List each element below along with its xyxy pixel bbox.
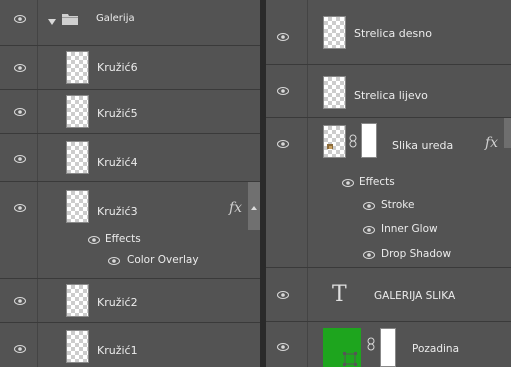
layer-name: Strelica desno	[354, 27, 432, 40]
effect-row-color-overlay[interactable]: Color Overlay	[0, 250, 260, 279]
visibility-column	[0, 250, 38, 278]
layer-mask-thumbnail	[361, 123, 377, 158]
eye-icon[interactable]	[363, 251, 375, 259]
effects-label: Effects	[359, 176, 395, 188]
eye-icon[interactable]	[14, 345, 26, 353]
layer-row[interactable]: Kružić6	[0, 46, 260, 90]
layer-thumbnail	[66, 330, 89, 363]
layer-name: Pozadina	[412, 343, 459, 355]
effect-row-stroke[interactable]: Stroke	[266, 194, 511, 218]
eye-icon[interactable]	[342, 179, 354, 187]
visibility-column	[0, 230, 38, 250]
visibility-column	[266, 65, 308, 117]
smart-object-thumbnail	[323, 125, 346, 158]
visibility-column	[0, 182, 38, 230]
layer-row[interactable]: Kružić2	[0, 279, 260, 323]
visibility-column	[0, 323, 38, 367]
layer-row-text[interactable]: T GALERIJA SLIKA	[266, 268, 511, 322]
layer-name: Kružić6	[97, 61, 138, 74]
layer-thumbnail	[66, 51, 89, 84]
layer-name: Kružić5	[97, 107, 138, 120]
layer-name: Kružić2	[97, 296, 138, 309]
layer-name: Kružić3	[97, 205, 138, 218]
effect-label: Color Overlay	[127, 254, 199, 266]
layer-name: Strelica lijevo	[354, 89, 428, 102]
eye-icon[interactable]	[277, 291, 289, 299]
effects-row[interactable]: Effects	[0, 230, 260, 250]
visibility-column	[266, 322, 308, 367]
layer-thumbnail	[66, 141, 89, 174]
layer-row[interactable]: Strelica desno	[266, 0, 511, 65]
fx-icon[interactable]: fx	[485, 135, 498, 151]
collapse-effects-button[interactable]	[248, 182, 260, 230]
eye-icon[interactable]	[14, 155, 26, 163]
layer-row[interactable]: Kružić3 fx	[0, 182, 260, 230]
layer-name: Kružić1	[97, 344, 138, 357]
visibility-column	[266, 118, 308, 172]
eye-icon[interactable]	[108, 257, 120, 265]
eye-icon[interactable]	[277, 343, 289, 351]
eye-icon[interactable]	[14, 108, 26, 116]
effect-label: Inner Glow	[381, 223, 438, 235]
eye-icon[interactable]	[14, 15, 26, 23]
layer-thumbnail	[66, 190, 89, 223]
visibility-column	[0, 90, 38, 133]
fx-icon[interactable]: fx	[229, 200, 242, 216]
eye-icon[interactable]	[88, 236, 100, 244]
visibility-column	[266, 242, 308, 267]
eye-icon[interactable]	[363, 202, 375, 210]
layer-thumbnail	[323, 76, 346, 109]
visibility-column	[266, 194, 308, 218]
effects-row[interactable]: Effects	[266, 172, 511, 194]
folder-icon	[62, 13, 78, 25]
effect-label: Stroke	[381, 199, 415, 211]
visibility-column	[0, 0, 38, 45]
layer-name: GALERIJA SLIKA	[374, 290, 456, 302]
eye-icon[interactable]	[277, 140, 289, 148]
layer-thumbnail	[66, 284, 89, 317]
eye-icon[interactable]	[277, 87, 289, 95]
effect-label: Drop Shadow	[381, 248, 452, 260]
effect-row-drop-shadow[interactable]: Drop Shadow	[266, 242, 511, 268]
layer-name: Kružić4	[97, 156, 138, 169]
effect-row-inner-glow[interactable]: Inner Glow	[266, 218, 511, 242]
layer-row[interactable]: Strelica lijevo	[266, 65, 511, 118]
layers-panel-right: Strelica desno Strelica lijevo Slika ure…	[266, 0, 511, 367]
layer-group-galerija[interactable]: Galerija	[0, 0, 260, 46]
layer-row[interactable]: Pozadina	[266, 322, 511, 367]
visibility-column	[0, 279, 38, 322]
layer-row[interactable]: Kružić5	[0, 90, 260, 134]
fill-color-thumbnail	[323, 328, 361, 367]
type-layer-icon: T	[332, 282, 347, 307]
scrollbar-thumb[interactable]	[504, 118, 511, 148]
eye-icon[interactable]	[277, 33, 289, 41]
layers-panel-left: Galerija Kružić6 Kružić5 Kružić4 Kružić3…	[0, 0, 260, 367]
disclosure-triangle-icon[interactable]	[48, 16, 56, 25]
layer-row[interactable]: Kružić1	[0, 323, 260, 367]
layer-thumbnail	[323, 16, 346, 49]
eye-icon[interactable]	[14, 297, 26, 305]
visibility-column	[266, 172, 308, 194]
visibility-column	[0, 134, 38, 181]
eye-icon[interactable]	[363, 226, 375, 234]
link-icon[interactable]	[349, 134, 357, 148]
layer-row[interactable]: Slika ureda fx	[266, 118, 511, 172]
visibility-column	[266, 0, 308, 64]
layer-thumbnail	[66, 95, 89, 128]
link-icon[interactable]	[367, 337, 375, 351]
layer-row[interactable]: Kružić4	[0, 134, 260, 182]
eye-icon[interactable]	[14, 64, 26, 72]
layer-mask-thumbnail	[380, 328, 396, 367]
visibility-column	[266, 218, 308, 242]
visibility-column	[266, 268, 308, 321]
visibility-column	[0, 46, 38, 89]
layer-name: Galerija	[96, 13, 135, 24]
effects-label: Effects	[105, 233, 141, 245]
eye-icon[interactable]	[14, 204, 26, 212]
layer-name: Slika ureda	[392, 139, 454, 152]
